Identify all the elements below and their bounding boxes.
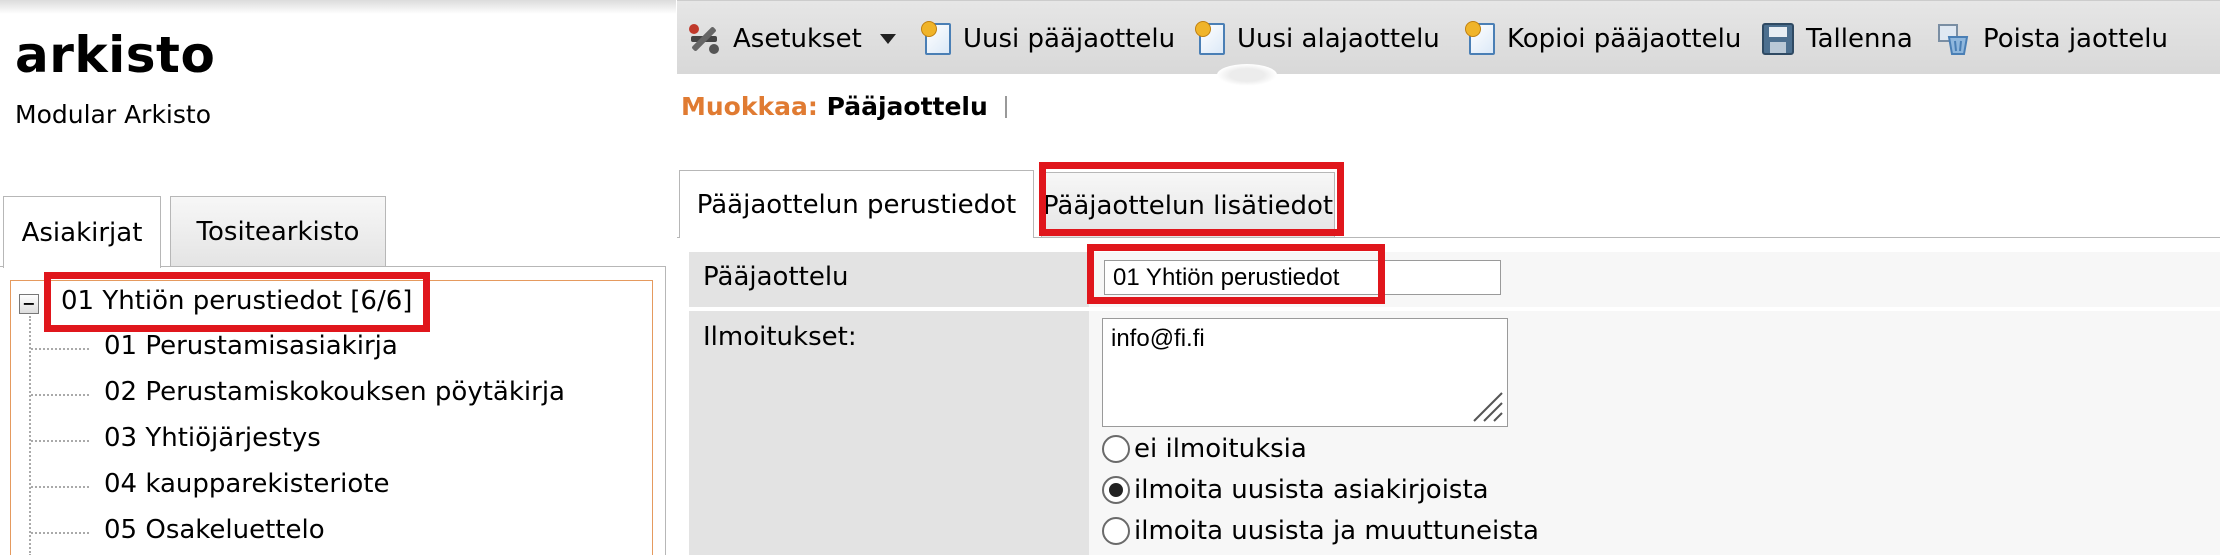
delete-category-label: Poista jaottelu	[1983, 24, 2168, 54]
new-sub-category-label: Uusi alajaottelu	[1237, 24, 1440, 54]
form-row-separator	[689, 307, 2220, 311]
paajaottelu-input[interactable]	[1104, 260, 1501, 295]
tree-root-node[interactable]: 01 Yhtiön perustiedot [6/6]	[61, 286, 412, 316]
tab-perustiedot-label: Pääjaottelun perustiedot	[696, 189, 1017, 220]
tab-paajaottelun-lisatiedot[interactable]: Pääjaottelun lisätiedot	[1041, 172, 1335, 238]
tree-connector	[31, 532, 89, 534]
tree-connector	[31, 486, 89, 488]
save-disk-icon	[1762, 23, 1794, 55]
settings-menu-button[interactable]: Asetukset	[687, 19, 896, 59]
ilmoitukset-label: Ilmoitukset:	[703, 322, 857, 352]
tree-connector	[31, 440, 89, 442]
tab-lisatiedot-label: Pääjaottelun lisätiedot	[1042, 190, 1334, 221]
paajaottelu-label: Pääjaottelu	[703, 262, 849, 292]
radio-button[interactable]	[1102, 435, 1130, 463]
tree-collapse-toggle[interactable]: −	[19, 294, 39, 314]
tree-child-node[interactable]: 01 Perustamisasiakirja	[104, 331, 398, 361]
tree-child-node[interactable]: 03 Yhtiöjärjestys	[104, 423, 321, 453]
tree-child-node[interactable]: 05 Osakeluettelo	[104, 515, 325, 545]
notify-option-label: ei ilmoituksia	[1134, 434, 1307, 464]
copy-document-icon	[1465, 21, 1495, 55]
resize-grip-icon[interactable]	[1470, 389, 1504, 423]
tree-child-node[interactable]: 02 Perustamiskokouksen pöytäkirja	[104, 377, 565, 407]
radio-button-checked[interactable]	[1102, 476, 1130, 504]
copy-main-category-button[interactable]: Kopioi pääjaottelu	[1465, 19, 1742, 59]
new-main-category-label: Uusi pääjaottelu	[963, 24, 1176, 54]
new-document-icon	[921, 21, 951, 55]
save-button[interactable]: Tallenna	[1762, 19, 1913, 59]
edit-heading-subject: Pääjaottelu	[826, 92, 988, 121]
tree-connector	[31, 348, 89, 350]
left-panel: arkisto Modular Arkisto Asiakirjat Tosit…	[0, 0, 676, 555]
tree-container	[10, 280, 653, 555]
notify-option-new-documents[interactable]: ilmoita uusista asiakirjoista	[1102, 473, 1489, 507]
notify-option-new-and-changed[interactable]: ilmoita uusista ja muuttuneista	[1102, 514, 1539, 548]
notify-option-label: ilmoita uusista ja muuttuneista	[1134, 516, 1539, 546]
app-title: arkisto	[15, 26, 216, 84]
toolbar-shadow	[1217, 64, 1277, 86]
heading-divider	[1004, 96, 1007, 118]
new-sub-category-button[interactable]: Uusi alajaottelu	[1195, 19, 1440, 59]
new-document-icon	[1195, 21, 1225, 55]
edit-heading-prefix: Muokkaa:	[681, 92, 818, 121]
ilmoitukset-value: info@fi.fi	[1111, 325, 1205, 352]
form-label-column	[689, 252, 1089, 555]
app-subtitle: Modular Arkisto	[15, 100, 211, 129]
save-label: Tallenna	[1806, 24, 1913, 54]
tab-tositearkisto-label: Tositearkisto	[196, 216, 360, 247]
tab-tositearkisto[interactable]: Tositearkisto	[170, 196, 386, 266]
tree-connector	[31, 394, 89, 396]
tab-paajaottelun-perustiedot[interactable]: Pääjaottelun perustiedot	[679, 170, 1034, 238]
edit-heading: Muokkaa: Pääjaottelu	[681, 92, 1007, 121]
tab-asiakirjat-label: Asiakirjat	[21, 217, 143, 248]
main-panel: Asetukset Uusi pääjaottelu Uusi alajaott…	[677, 0, 2220, 555]
copy-main-category-label: Kopioi pääjaottelu	[1507, 24, 1742, 54]
delete-category-button[interactable]: Poista jaottelu	[1937, 19, 2168, 59]
delete-icon	[1938, 24, 1969, 55]
radio-button[interactable]	[1102, 517, 1130, 545]
tools-icon	[689, 24, 719, 54]
settings-label: Asetukset	[733, 24, 862, 54]
ilmoitukset-textarea[interactable]: info@fi.fi	[1102, 318, 1508, 427]
new-main-category-button[interactable]: Uusi pääjaottelu	[921, 19, 1176, 59]
tree-child-node[interactable]: 04 kaupparekisteriote	[104, 469, 389, 499]
notify-option-label: ilmoita uusista asiakirjoista	[1134, 475, 1489, 505]
tree-connector	[29, 316, 31, 555]
top-fade	[0, 0, 676, 14]
notify-option-none[interactable]: ei ilmoituksia	[1102, 432, 1307, 466]
tab-asiakirjat[interactable]: Asiakirjat	[3, 196, 161, 268]
chevron-down-icon	[879, 34, 896, 44]
toolbar: Asetukset Uusi pääjaottelu Uusi alajaott…	[677, 0, 2220, 74]
